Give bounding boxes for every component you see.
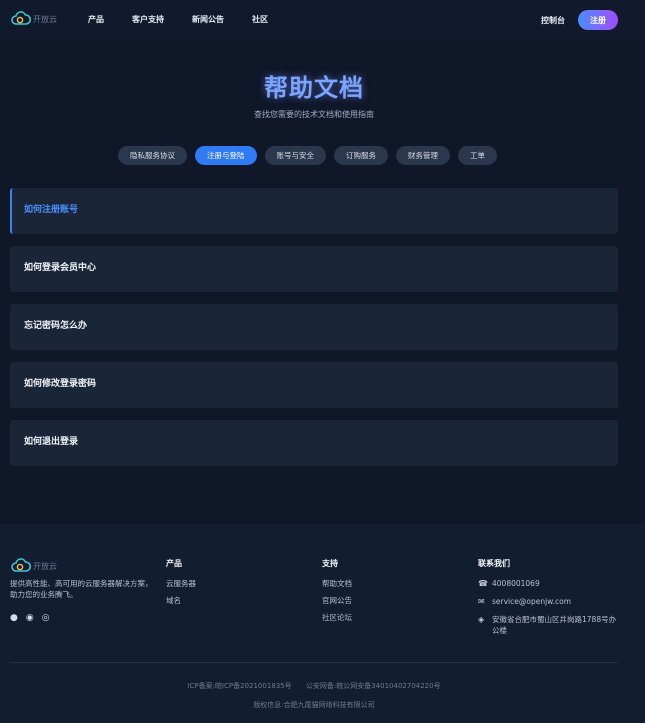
tab-order-service[interactable]: 订购服务 (334, 146, 388, 165)
email-address[interactable]: service@openjw.com (492, 596, 571, 607)
top-header: 开放云 产品 客户支持 新闻公告 社区 控制台 注册 (0, 0, 645, 40)
footer-contact-title: 联系我们 (478, 559, 510, 568)
footer-divider (10, 662, 618, 663)
footer-copyright: 版权信息:合肥九尾猫网络科技有限公司 (253, 701, 375, 709)
footer-logo[interactable]: 开放云 (11, 558, 57, 574)
faq-item[interactable]: 如何登录会员中心 (10, 246, 618, 292)
main-nav: 产品 客户支持 新闻公告 社区 (88, 14, 296, 25)
brand-logo[interactable]: 开放云 (11, 11, 57, 27)
console-link[interactable]: 控制台 (541, 15, 565, 26)
page-subtitle: 查找您需要的技术文档和使用指南 (254, 110, 374, 119)
github-icon[interactable]: ◎ (42, 613, 50, 623)
category-tabs: 隐私服务协议 注册与登陆 账号与安全 订购服务 财务管理 工单 (118, 146, 505, 165)
footer-link-cloud-server[interactable]: 云服务器 (166, 578, 196, 589)
faq-item[interactable]: 如何退出登录 (10, 420, 618, 466)
faq-item[interactable]: 忘记密码怎么办 (10, 304, 618, 350)
phone-number[interactable]: 4008001069 (492, 578, 540, 589)
nav-item-products[interactable]: 产品 (88, 14, 104, 25)
footer-support-title: 支持 (322, 559, 338, 568)
wechat-icon[interactable]: ● (10, 613, 18, 623)
footer-description: 提供高性能、高可用的云服务器解决方案，助力您的业务腾飞。 (10, 579, 153, 599)
footer-link-domain[interactable]: 域名 (166, 595, 196, 606)
location-pin-icon: ◈ (478, 615, 485, 624)
register-button[interactable]: 注册 (578, 10, 618, 30)
tab-account-security[interactable]: 账号与安全 (264, 146, 326, 165)
cloud-logo-icon (11, 558, 31, 572)
weibo-icon[interactable]: ◉ (26, 613, 34, 623)
tab-ticket[interactable]: 工单 (458, 146, 497, 165)
faq-item[interactable]: 如何修改登录密码 (10, 362, 618, 408)
contact-email: ✉ service@openjw.com (478, 596, 618, 607)
nav-item-support[interactable]: 客户支持 (132, 14, 164, 25)
site-footer: 开放云 提供高性能、高可用的云服务器解决方案，助力您的业务腾飞。 ● ◉ ◎ 产… (0, 524, 645, 723)
footer-link-forum[interactable]: 社区论坛 (322, 612, 352, 623)
brand-name: 开放云 (33, 14, 57, 24)
mail-icon: ✉ (478, 597, 485, 606)
nav-item-news[interactable]: 新闻公告 (192, 14, 224, 25)
tab-privacy[interactable]: 隐私服务协议 (118, 146, 187, 165)
address-text: 安徽省合肥市蜀山区井岗路1788号办公楼 (492, 615, 617, 635)
footer-products-title: 产品 (166, 559, 182, 568)
footer-products: 产品 云服务器 域名 (166, 558, 196, 612)
page-title: 帮助文档 (264, 74, 364, 102)
footer-brand-name: 开放云 (33, 561, 57, 571)
contact-phone: ☎ 4008001069 (478, 578, 618, 589)
footer-registration: ICP备案:皖ICP备2021001835号 公安网备:皖公网安备3401040… (0, 681, 628, 691)
tab-finance[interactable]: 财务管理 (396, 146, 450, 165)
contact-address: ◈ 安徽省合肥市蜀山区井岗路1788号办公楼 (478, 614, 618, 636)
footer-contact: 联系我们 ☎ 4008001069 ✉ service@openjw.com ◈… (478, 558, 618, 643)
footer-link-announcements[interactable]: 官网公告 (322, 595, 352, 606)
police-record[interactable]: 公安网备:皖公网安备34010402704220号 (306, 682, 441, 690)
tab-register-login[interactable]: 注册与登陆 (195, 146, 257, 165)
faq-item[interactable]: 如何注册账号 (10, 188, 618, 234)
footer-link-help-docs[interactable]: 帮助文档 (322, 578, 352, 589)
icp-record[interactable]: ICP备案:皖ICP备2021001835号 (187, 682, 291, 690)
nav-item-community[interactable]: 社区 (252, 14, 268, 25)
social-links: ● ◉ ◎ (10, 613, 58, 623)
faq-list: 如何注册账号 如何登录会员中心 忘记密码怎么办 如何修改登录密码 如何退出登录 (10, 188, 618, 478)
cloud-logo-icon (11, 11, 31, 25)
phone-icon: ☎ (478, 579, 488, 588)
footer-support: 支持 帮助文档 官网公告 社区论坛 (322, 558, 352, 629)
